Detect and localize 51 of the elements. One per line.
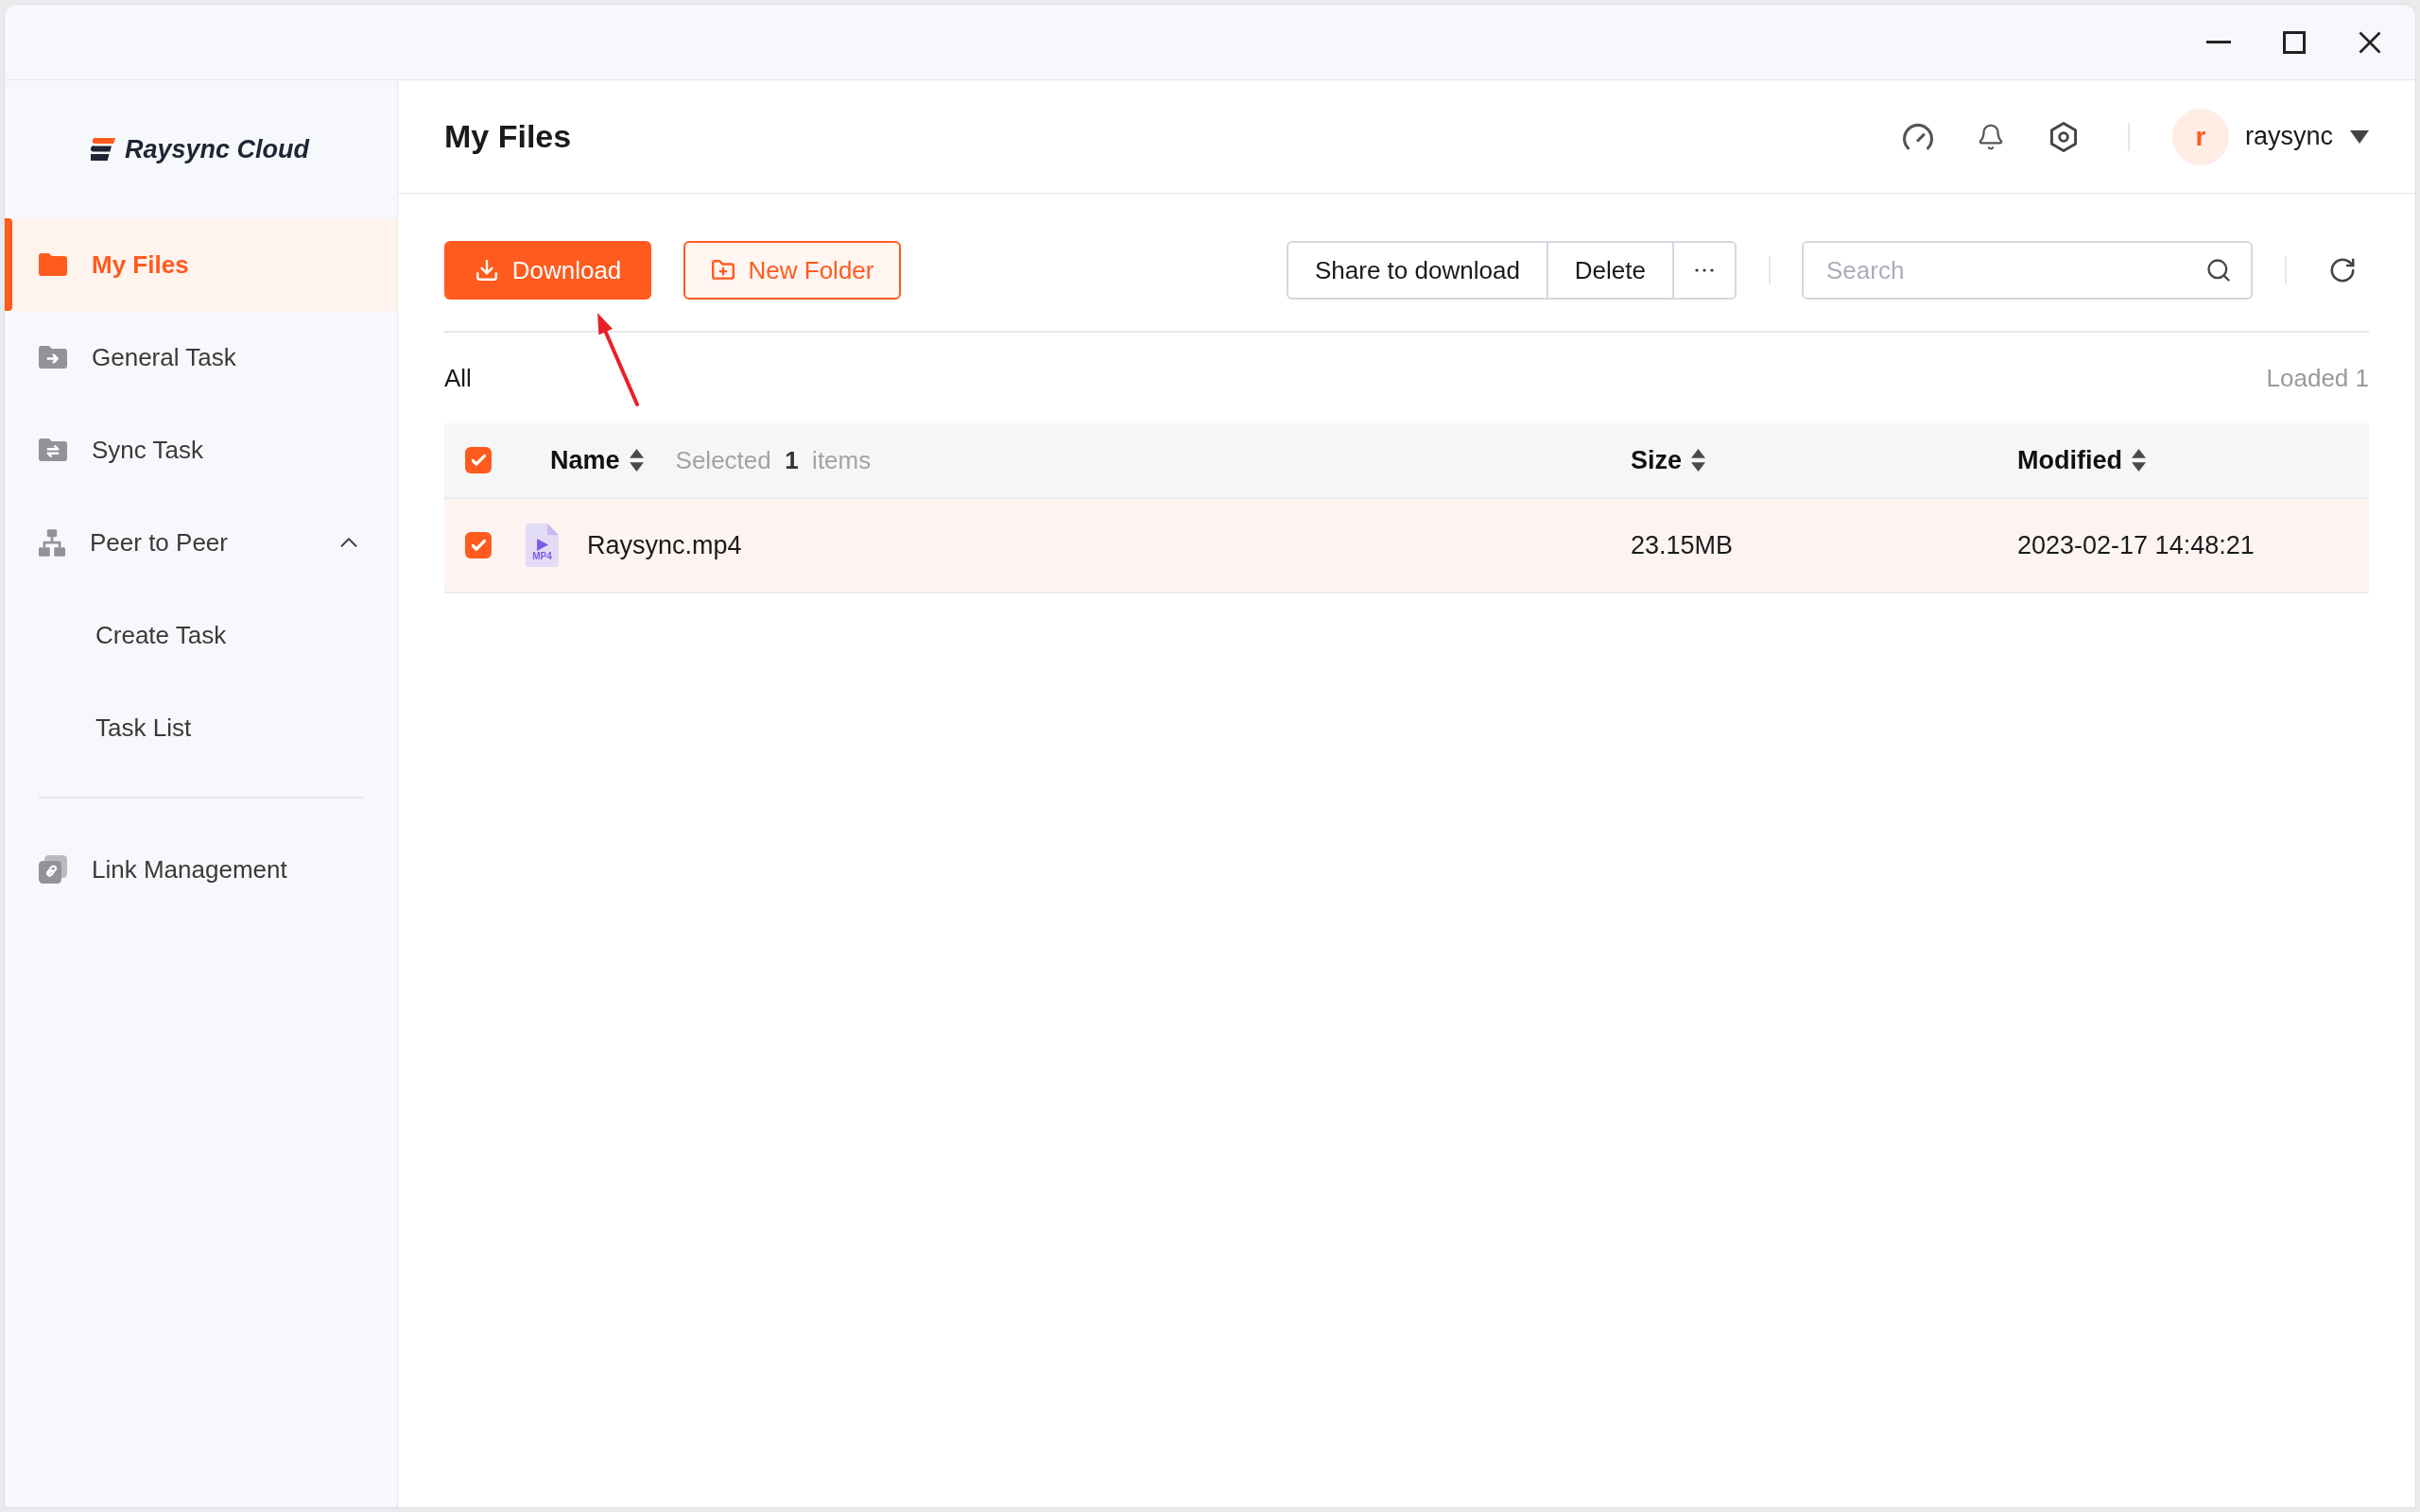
column-header[interactable]: Name bbox=[550, 440, 620, 480]
network-icon bbox=[39, 528, 65, 557]
link-icon bbox=[39, 855, 67, 884]
toolbar-button[interactable]: Share to download bbox=[1288, 243, 1547, 298]
file-name[interactable]: Raysync.mp4 bbox=[587, 525, 742, 565]
file-size: 23.15MB bbox=[1631, 530, 1734, 559]
toolbar-button[interactable]: Delete bbox=[1546, 243, 1672, 298]
sidebar-item[interactable]: Sync Task bbox=[5, 404, 397, 496]
gauge-icon bbox=[1902, 123, 1933, 150]
search-icon[interactable] bbox=[2205, 257, 2232, 284]
folder-sync-icon bbox=[39, 438, 67, 461]
page-title: My Files bbox=[444, 117, 572, 156]
check-icon bbox=[471, 540, 486, 551]
loaded-count: Loaded 1 bbox=[2266, 362, 2369, 394]
sidebar-item[interactable]: Task List bbox=[5, 681, 397, 774]
settings-icon bbox=[2049, 121, 2077, 152]
sidebar-item[interactable]: Peer to Peer bbox=[5, 496, 397, 589]
download-icon bbox=[474, 258, 499, 283]
refresh-icon bbox=[2328, 256, 2357, 284]
more-icon bbox=[1695, 268, 1714, 272]
folder-arrow-icon bbox=[39, 346, 67, 369]
column-header[interactable]: Modified bbox=[2017, 440, 2122, 480]
sort-icon[interactable] bbox=[2132, 449, 2146, 472]
folder-plus-icon bbox=[710, 258, 735, 283]
sort-icon[interactable] bbox=[1691, 449, 1706, 472]
checkbox[interactable] bbox=[465, 532, 492, 558]
user-avatar: r bbox=[2171, 108, 2229, 165]
folder-path[interactable]: All bbox=[444, 359, 472, 397]
modified-date: 2023-02-17 14:48:21 bbox=[2017, 530, 2255, 559]
maximize-icon bbox=[2283, 30, 2306, 54]
user-menu-button[interactable]: raysync bbox=[2244, 117, 2369, 156]
caret-down-icon bbox=[2350, 129, 2369, 144]
selection-count: Selected 1 items bbox=[675, 444, 872, 476]
sidebar-item[interactable]: Link Management bbox=[5, 823, 397, 916]
sort-icon[interactable] bbox=[629, 449, 644, 472]
search-field[interactable]: Search bbox=[1802, 241, 2253, 300]
file-row[interactable]: MP4 Raysync.mp4 23.15MB 2023-02-17 14:48:21 bbox=[444, 499, 2369, 593]
check-icon bbox=[471, 455, 486, 466]
settings-button[interactable] bbox=[2048, 121, 2079, 152]
close-icon bbox=[2359, 30, 2381, 54]
minimize-icon bbox=[2206, 41, 2231, 43]
file-type-label: MP4 bbox=[532, 551, 552, 562]
sidebar-item[interactable]: Create Task bbox=[5, 589, 397, 681]
sidebar-item[interactable]: General Task bbox=[5, 311, 397, 404]
checkbox[interactable] bbox=[465, 447, 492, 473]
speed-button[interactable] bbox=[1902, 121, 1933, 152]
folder-icon bbox=[39, 253, 67, 276]
column-header[interactable]: Size bbox=[1631, 440, 1683, 480]
play-icon bbox=[536, 539, 548, 551]
logo-text: Raysync Cloud bbox=[125, 133, 310, 165]
logo-icon bbox=[91, 137, 117, 162]
